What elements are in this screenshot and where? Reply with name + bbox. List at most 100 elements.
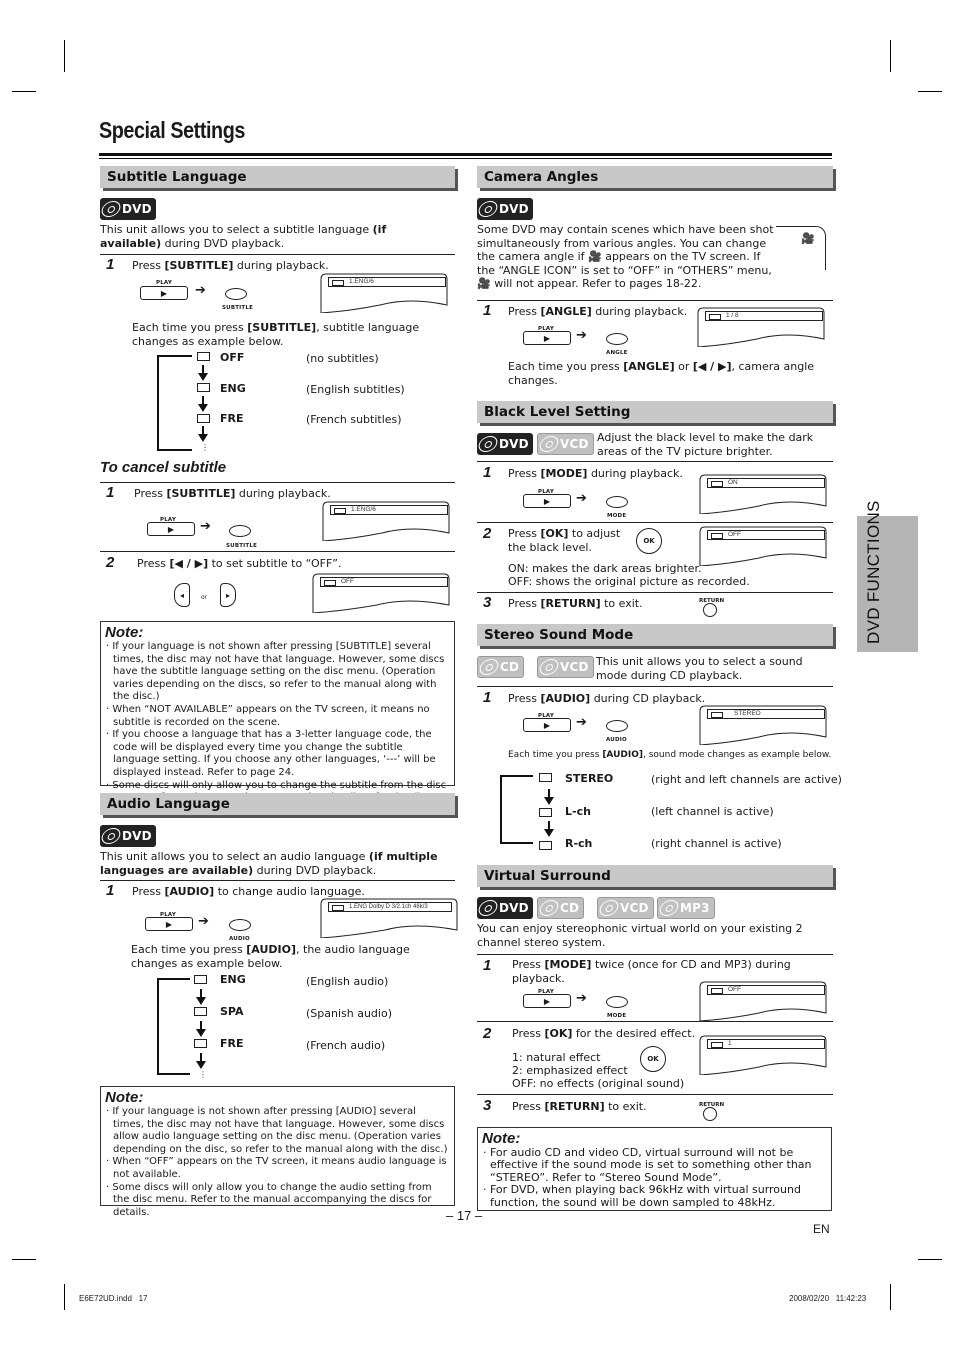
more-indicator: ⋮ [201,443,209,452]
note-title: Note: [105,624,144,641]
cycle-desc: (Spanish audio) [306,1007,392,1020]
disc-icon [476,436,500,452]
subtitle-button[interactable] [229,525,251,537]
return-button[interactable] [703,1107,717,1121]
title-rule [99,158,832,159]
black-level-intro: Adjust the black level to make the dark … [597,431,814,458]
mode-button[interactable] [606,496,628,508]
step-number: 3 [483,594,492,611]
audio-icon [194,975,207,984]
divider [477,954,833,955]
play-button[interactable]: ▶ [147,522,195,536]
section-heading-black-level: Black Level Setting [477,401,833,423]
step-text: Press [AUDIO] during CD playback. [508,692,706,705]
step-text: Press [RETURN] to exit. [512,1100,647,1113]
step-number: 1 [483,689,492,706]
disc-icon [657,900,681,916]
disc-icon [597,900,621,916]
disc-icon [477,659,501,675]
divider [100,880,455,881]
step-text: Press [OK] to adjust the black level. [508,527,621,554]
tv-screen: 1.ENG Dolby D 3/2.1ch 48k/3 [320,898,458,938]
step-number: 1 [483,302,492,319]
return-button[interactable] [703,603,717,617]
down-arrow-icon [544,821,554,837]
language-label: EN [813,1222,830,1236]
cycle-code: ENG [220,973,246,986]
angle-button[interactable] [606,333,628,345]
subtitle-button[interactable] [225,288,247,300]
crop-mark [12,91,36,92]
cycle-desc: (English audio) [306,975,389,988]
subtitle-icon [324,579,336,586]
step-number: 2 [106,554,115,571]
crop-mark [890,1284,891,1310]
tv-screen: 1.ENG/6 [320,273,452,313]
step-number: 1 [483,464,492,481]
subtitle-icon [197,414,210,423]
black-level-icon [711,532,723,539]
badge-vcd: VCD [537,656,594,678]
play-button[interactable]: ▶ [523,994,571,1008]
each-time-text: Each time you press [AUDIO], sound mode … [508,750,832,760]
cycle-desc: (English subtitles) [306,383,405,396]
tv-screen: 1.ENG/6 [322,501,454,541]
play-button[interactable]: ▶ [523,718,571,732]
cycle-bracket [157,355,192,451]
note-list: If your language is not shown after pres… [105,641,450,805]
cycle-code: FRE [220,412,244,425]
crop-mark [918,91,942,92]
timestamp: 2008/02/20 11:42:23 [789,1294,867,1303]
subtitle-intro: This unit allows you to select a subtitl… [100,223,387,250]
divider [477,522,833,523]
cycle-code: ENG [220,382,246,395]
mode-button[interactable] [606,996,628,1008]
play-button[interactable]: ▶ [523,331,571,345]
note-box: Note: If your language is not shown afte… [100,1086,455,1218]
step-number: 1 [106,882,115,899]
cycle-code: SPA [220,1005,244,1018]
section-heading-subtitle: Subtitle Language [100,166,455,188]
cycle-code: FRE [220,1037,244,1050]
divider [477,592,833,593]
option-text: 1: natural effect [512,1051,601,1064]
more-indicator: ⋮ [199,1070,207,1079]
cycle-desc: (French subtitles) [306,413,402,426]
divider [477,1021,833,1022]
down-arrow-icon [196,989,206,1005]
option-text: 2: emphasized effect [512,1064,628,1077]
stereo-intro: This unit allows you to select a sound m… [596,655,803,682]
disc-icon [99,828,123,844]
play-button[interactable]: ▶ [140,286,188,300]
audio-button[interactable] [229,919,251,931]
left-button[interactable]: ◂ [174,583,190,607]
disc-icon [537,900,561,916]
disc-icon [476,900,500,916]
subtitle-icon [332,279,344,286]
down-arrow-icon [196,1021,206,1037]
note-item: For audio CD and video CD, virtual surro… [482,1146,827,1184]
crop-mark [64,1284,65,1310]
audio-button[interactable] [606,720,628,732]
virtual-surround-icon [711,1041,723,1048]
subtitle-icon [197,383,210,392]
divider [100,482,455,483]
play-button[interactable]: ▶ [145,917,193,931]
audio-icon [539,841,552,850]
step-number: 2 [483,525,492,542]
divider [477,461,833,462]
ok-button[interactable]: OK [636,528,662,554]
step-text: Press [ANGLE] during playback. [508,305,688,318]
badge-dvd: DVD [99,825,156,847]
step-text: Press [RETURN] to exit. [508,597,643,610]
option-text: OFF: no effects (original sound) [512,1077,685,1090]
right-button[interactable]: ▸ [220,583,236,607]
cycle-desc: (French audio) [306,1039,386,1052]
subtitle-icon [334,507,346,514]
angle-label: ANGLE [606,350,628,356]
ok-button[interactable]: OK [640,1046,666,1072]
divider [477,300,833,301]
audio-icon [332,904,344,911]
play-button[interactable]: ▶ [523,494,571,508]
audio-icon [539,773,552,782]
